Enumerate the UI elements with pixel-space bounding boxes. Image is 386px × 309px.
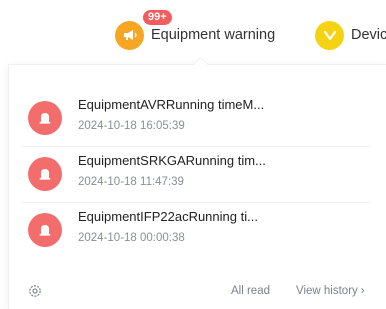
view-history-link[interactable]: View history › [296,285,365,297]
header-tabs: 99+ Equipment warning Devic [0,0,386,60]
divider [21,146,371,147]
notification-time: 2024-10-18 11:47:39 [78,176,184,188]
megaphone-icon [115,20,144,50]
divider [21,202,371,203]
notification-item[interactable]: EquipmentAVRRunning timeM... 2024-10-18 … [21,94,371,150]
notification-item[interactable]: EquipmentIFP22acRunning ti... 2024-10-18… [21,206,371,262]
notification-panel: EquipmentAVRRunning timeM... 2024-10-18 … [8,56,386,309]
notification-title: EquipmentSRKGARunning tim... [78,153,266,168]
all-read-link[interactable]: All read [231,285,270,297]
device-check-icon [315,20,344,50]
view-history-label: View history [296,285,358,297]
notification-title: EquipmentAVRRunning timeM... [78,97,265,112]
tab-device[interactable]: Devic [315,20,386,50]
notification-time: 2024-10-18 16:05:39 [78,120,185,132]
panel-footer: All read View history › [9,277,386,307]
alarm-bell-icon [28,213,62,247]
warning-count-badge: 99+ [143,10,172,25]
notification-title: EquipmentIFP22acRunning ti... [78,209,258,224]
alarm-bell-icon [28,101,62,135]
settings-gear-icon[interactable] [27,283,43,299]
chevron-right-icon: › [360,285,365,297]
tab-label-warning: Equipment warning [151,27,276,43]
notification-time: 2024-10-18 00:00:38 [78,232,185,244]
alarm-bell-icon [28,157,62,191]
tab-equipment-warning[interactable]: 99+ Equipment warning [115,10,276,50]
notification-popover: 99+ Equipment warning Devic EquipmentAVR… [0,0,386,309]
notification-item[interactable]: EquipmentSRKGARunning tim... 2024-10-18 … [21,150,371,206]
tab-label-device: Devic [351,27,386,43]
